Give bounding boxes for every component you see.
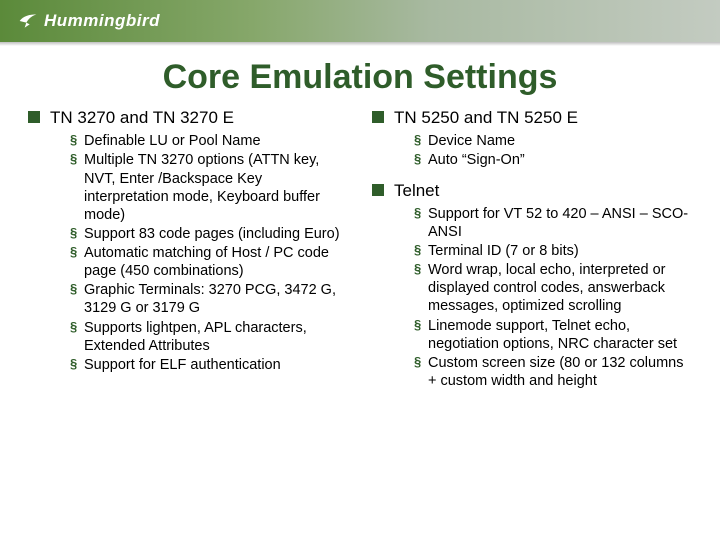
brand-name: Hummingbird: [44, 11, 160, 31]
header-bar: Hummingbird: [0, 0, 720, 42]
slide-content: TN 3270 and TN 3270 E Definable LU or Po…: [0, 107, 720, 400]
section-tn5250: TN 5250 and TN 5250 E: [372, 107, 692, 128]
list-item: Supports lightpen, APL characters, Exten…: [70, 319, 348, 355]
left-column: TN 3270 and TN 3270 E Definable LU or Po…: [28, 107, 348, 400]
tn3270-list: Definable LU or Pool Name Multiple TN 32…: [28, 132, 348, 374]
list-item: Support for VT 52 to 420 – ANSI – SCO-AN…: [414, 205, 692, 241]
section-telnet: Telnet: [372, 180, 692, 201]
section-heading: TN 3270 and TN 3270 E: [50, 107, 234, 128]
list-item: Definable LU or Pool Name: [70, 132, 348, 150]
tn5250-list: Device Name Auto “Sign-On”: [372, 132, 692, 169]
list-item: Linemode support, Telnet echo, negotiati…: [414, 317, 692, 353]
section-heading: TN 5250 and TN 5250 E: [394, 107, 578, 128]
slide-title: Core Emulation Settings: [0, 58, 720, 97]
list-item: Auto “Sign-On”: [414, 151, 692, 169]
square-bullet-icon: [372, 111, 384, 123]
hummingbird-icon: [18, 11, 38, 31]
section-heading: Telnet: [394, 180, 439, 201]
list-item: Multiple TN 3270 options (ATTN key, NVT,…: [70, 151, 348, 224]
list-item: Custom screen size (80 or 132 columns + …: [414, 354, 692, 390]
right-column: TN 5250 and TN 5250 E Device Name Auto “…: [372, 107, 692, 400]
telnet-list: Support for VT 52 to 420 – ANSI – SCO-AN…: [372, 205, 692, 390]
section-tn3270: TN 3270 and TN 3270 E: [28, 107, 348, 128]
list-item: Graphic Terminals: 3270 PCG, 3472 G, 312…: [70, 281, 348, 317]
header-shadow: [0, 42, 720, 46]
square-bullet-icon: [372, 184, 384, 196]
square-bullet-icon: [28, 111, 40, 123]
list-item: Word wrap, local echo, interpreted or di…: [414, 261, 692, 315]
list-item: Automatic matching of Host / PC code pag…: [70, 244, 348, 280]
list-item: Terminal ID (7 or 8 bits): [414, 242, 692, 260]
list-item: Support 83 code pages (including Euro): [70, 225, 348, 243]
list-item: Device Name: [414, 132, 692, 150]
brand-logo: Hummingbird: [18, 11, 160, 31]
list-item: Support for ELF authentication: [70, 356, 348, 374]
